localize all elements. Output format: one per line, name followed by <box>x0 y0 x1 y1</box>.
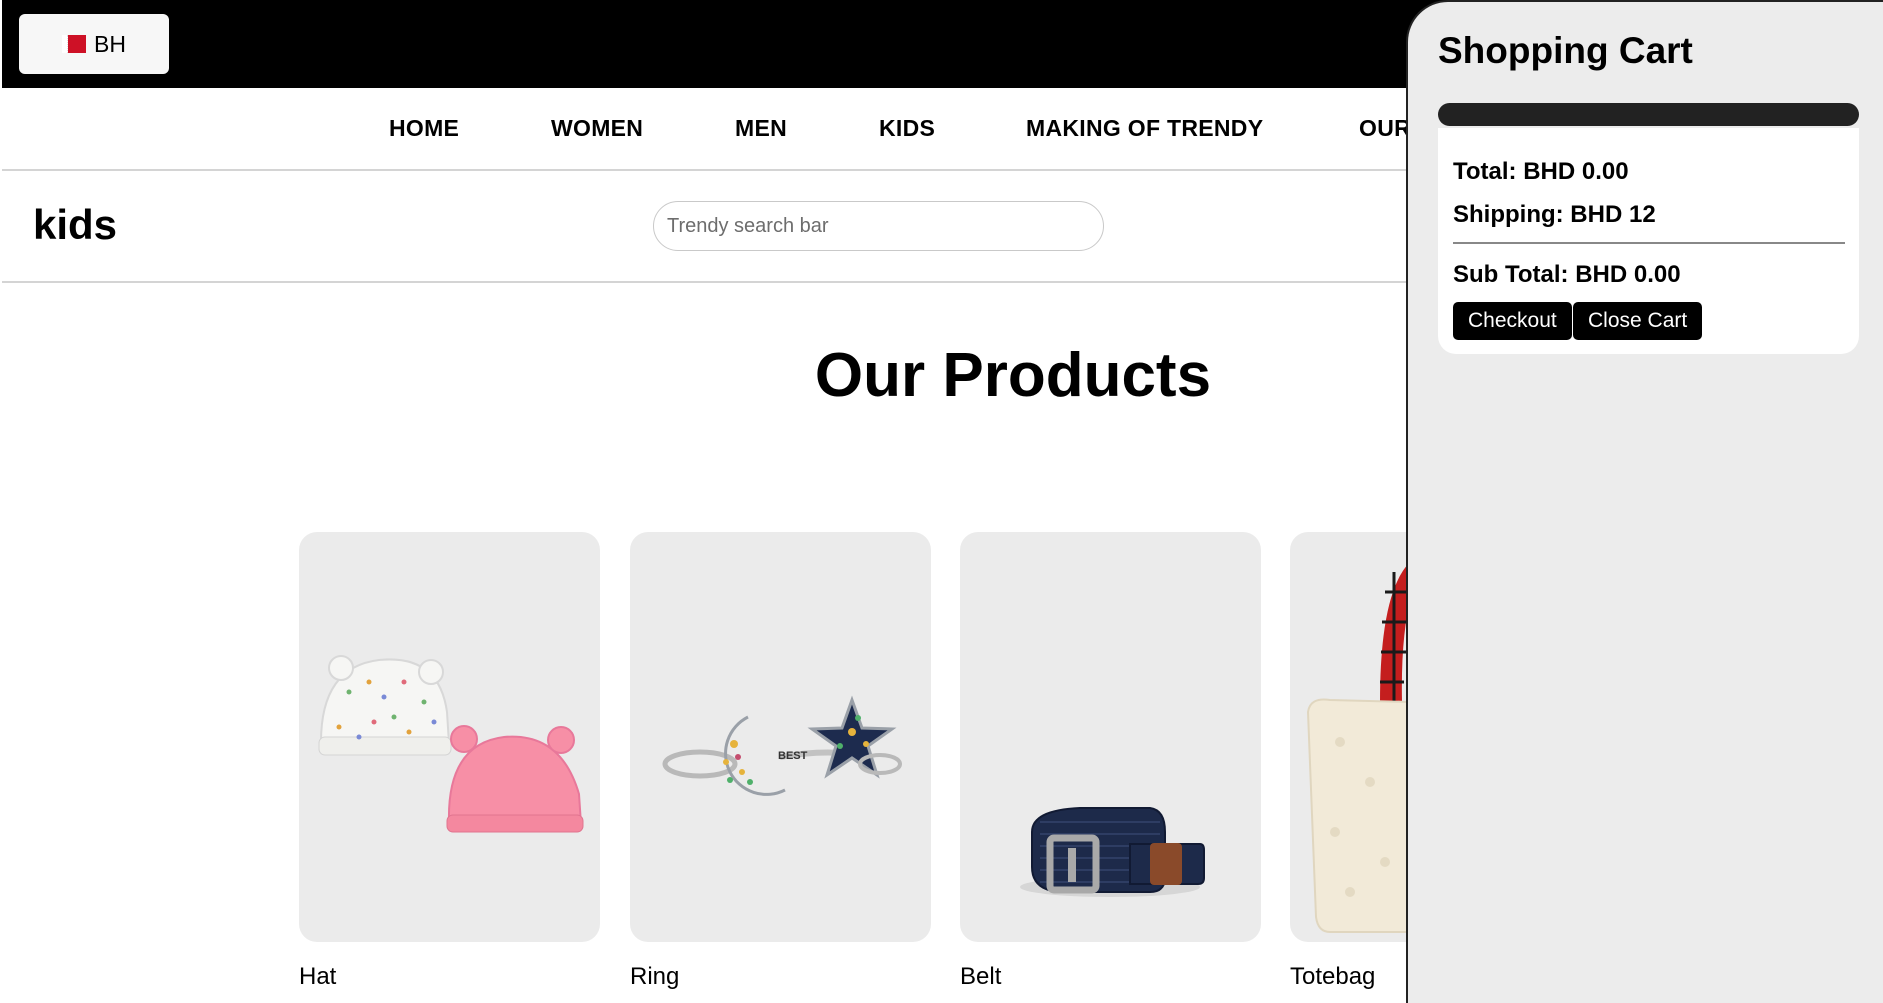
nav-making-of-trendy[interactable]: MAKING OF TRENDY <box>1026 88 1263 169</box>
product-name-ring[interactable]: Ring <box>630 963 679 991</box>
moon-star-rings-image: BEST <box>662 695 902 796</box>
cart-header-bar <box>1438 103 1859 126</box>
country-selector-button[interactable]: BH <box>19 14 169 74</box>
product-card-ring[interactable]: BEST <box>630 532 931 942</box>
nav-our[interactable]: OUR <box>1359 88 1411 169</box>
product-name-belt[interactable]: Belt <box>960 963 1001 991</box>
svg-text:BEST: BEST <box>778 750 808 762</box>
cart-subtotal: Sub Total: BHD 0.00 <box>1453 261 1681 288</box>
nav-home[interactable]: HOME <box>389 88 459 169</box>
page-title: kids <box>33 201 118 248</box>
nav-men[interactable]: MEN <box>735 88 787 169</box>
product-name-totebag[interactable]: Totebag <box>1290 963 1375 991</box>
woven-belt-image <box>1020 807 1205 897</box>
close-cart-button[interactable]: Close Cart <box>1573 302 1703 340</box>
product-name-hat[interactable]: Hat <box>299 963 336 991</box>
nav-kids[interactable]: KIDS <box>879 88 935 169</box>
cart-divider <box>1453 242 1845 244</box>
product-card-belt[interactable] <box>960 532 1261 942</box>
country-code: BH <box>94 30 126 57</box>
cart-total: Total: BHD 0.00 <box>1453 158 1629 185</box>
shopping-cart-drawer: Shopping Cart Total: BHD 0.00 Shipping: … <box>1406 0 1883 1003</box>
search-input[interactable] <box>653 201 1104 251</box>
checkout-button[interactable]: Checkout <box>1453 302 1572 340</box>
cart-shipping: Shipping: BHD 12 <box>1453 201 1656 228</box>
bahrain-flag-icon <box>62 35 87 53</box>
cart-summary-panel: Total: BHD 0.00 Shipping: BHD 12 Sub Tot… <box>1438 128 1859 354</box>
cart-title: Shopping Cart <box>1438 30 1693 71</box>
nav-women[interactable]: WOMEN <box>551 88 643 169</box>
product-card-hat[interactable] <box>299 532 600 942</box>
baby-hats-image <box>318 655 584 833</box>
